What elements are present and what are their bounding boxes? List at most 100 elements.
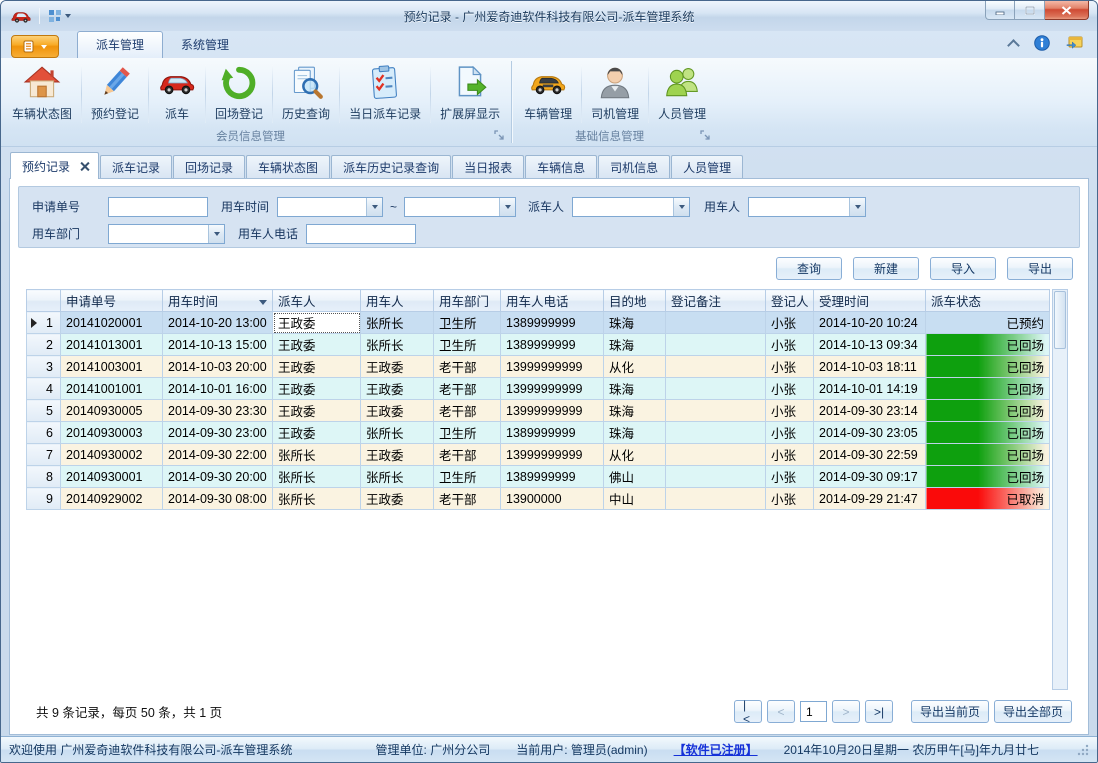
- cell-registrar[interactable]: 小张: [766, 378, 814, 400]
- cell-request-no[interactable]: 20140930003: [61, 422, 163, 444]
- today-dispatch-records-button[interactable]: 当日派车记录: [340, 60, 430, 128]
- return-register-button[interactable]: 回场登记: [206, 60, 272, 128]
- use-time-from-input[interactable]: [278, 198, 366, 216]
- cell-dispatch-status[interactable]: 已回场: [926, 334, 1050, 356]
- cell-request-no[interactable]: 20141001001: [61, 378, 163, 400]
- cell-destination[interactable]: 珠海: [604, 312, 666, 334]
- cell-dispatch-status[interactable]: 已取消: [926, 488, 1050, 510]
- dispatch-button[interactable]: 派车: [149, 60, 205, 128]
- row-header-cell[interactable]: 8: [27, 466, 61, 488]
- first-page-button[interactable]: |<: [734, 700, 762, 723]
- cell-department[interactable]: 卫生所: [434, 422, 501, 444]
- cell-request-no[interactable]: 20140929002: [61, 488, 163, 510]
- cell-user[interactable]: 张所长: [361, 466, 434, 488]
- cell-request-no[interactable]: 20140930002: [61, 444, 163, 466]
- cell-phone[interactable]: 1389999999: [501, 334, 604, 356]
- cell-accept-time[interactable]: 2014-09-30 09:17: [814, 466, 926, 488]
- cell-phone[interactable]: 1389999999: [501, 422, 604, 444]
- row-header-cell[interactable]: 5: [27, 400, 61, 422]
- cell-user[interactable]: 王政委: [361, 488, 434, 510]
- cell-department[interactable]: 老干部: [434, 444, 501, 466]
- info-icon[interactable]: [1034, 35, 1050, 51]
- export-current-page-button[interactable]: 导出当前页: [911, 700, 989, 723]
- use-time-to-input[interactable]: [405, 198, 499, 216]
- dropdown-button[interactable]: [366, 198, 382, 216]
- personnel-management-button[interactable]: 人员管理: [649, 60, 715, 128]
- cell-user[interactable]: 张所长: [361, 422, 434, 444]
- col-header-department[interactable]: 用车部门: [434, 290, 501, 312]
- dropdown-button[interactable]: [208, 225, 224, 243]
- cell-dispatcher[interactable]: 王政委: [273, 422, 361, 444]
- tab-dispatch-history-query[interactable]: 派车历史记录查询: [331, 155, 451, 178]
- cell-phone[interactable]: 13999999999: [501, 444, 604, 466]
- cell-phone[interactable]: 1389999999: [501, 312, 604, 334]
- cell-accept-time[interactable]: 2014-10-20 10:24: [814, 312, 926, 334]
- cell-user[interactable]: 王政委: [361, 444, 434, 466]
- cell-phone[interactable]: 1389999999: [501, 466, 604, 488]
- scrollbar-thumb[interactable]: [1054, 291, 1066, 349]
- table-row[interactable]: 7201409300022014-09-30 22:00张所长王政委老干部139…: [27, 444, 1050, 466]
- cell-registrar[interactable]: 小张: [766, 488, 814, 510]
- col-header-request-no[interactable]: 申请单号: [61, 290, 163, 312]
- cell-registrar[interactable]: 小张: [766, 400, 814, 422]
- cell-request-no[interactable]: 20140930001: [61, 466, 163, 488]
- cell-dispatcher[interactable]: 张所长: [273, 444, 361, 466]
- tab-personnel-management[interactable]: 人员管理: [671, 155, 743, 178]
- cell-use-time[interactable]: 2014-09-30 08:00: [163, 488, 273, 510]
- cell-request-no[interactable]: 20141003001: [61, 356, 163, 378]
- cell-dispatch-status[interactable]: 已预约: [926, 312, 1050, 334]
- cell-use-time[interactable]: 2014-09-30 23:30: [163, 400, 273, 422]
- cell-remark[interactable]: [666, 312, 766, 334]
- license-registered-link[interactable]: 【软件已注册】: [674, 741, 758, 758]
- search-button[interactable]: 查询: [776, 257, 842, 280]
- cell-destination[interactable]: 珠海: [604, 334, 666, 356]
- export-all-pages-button[interactable]: 导出全部页: [994, 700, 1072, 723]
- row-header-cell[interactable]: 6: [27, 422, 61, 444]
- cell-accept-time[interactable]: 2014-10-13 09:34: [814, 334, 926, 356]
- col-header-use-time[interactable]: 用车时间: [163, 290, 273, 312]
- dispatcher-input[interactable]: [573, 198, 673, 216]
- driver-management-button[interactable]: 司机管理: [582, 60, 648, 128]
- cell-accept-time[interactable]: 2014-10-03 18:11: [814, 356, 926, 378]
- col-header-destination[interactable]: 目的地: [604, 290, 666, 312]
- cell-dispatch-status[interactable]: 已回场: [926, 356, 1050, 378]
- cell-remark[interactable]: [666, 444, 766, 466]
- maximize-button[interactable]: [1015, 1, 1045, 20]
- tab-return-records[interactable]: 回场记录: [173, 155, 245, 178]
- cell-department[interactable]: 卫生所: [434, 466, 501, 488]
- cell-user[interactable]: 张所长: [361, 312, 434, 334]
- cell-department[interactable]: 老干部: [434, 400, 501, 422]
- cell-department[interactable]: 卫生所: [434, 334, 501, 356]
- cell-department[interactable]: 老干部: [434, 356, 501, 378]
- cell-remark[interactable]: [666, 334, 766, 356]
- cell-department[interactable]: 老干部: [434, 378, 501, 400]
- table-row[interactable]: 1201410200012014-10-20 13:00王政委张所长卫生所138…: [27, 312, 1050, 334]
- cell-phone[interactable]: 13999999999: [501, 400, 604, 422]
- cell-accept-time[interactable]: 2014-09-30 23:05: [814, 422, 926, 444]
- tab-dispatch-records[interactable]: 派车记录: [100, 155, 172, 178]
- cell-accept-time[interactable]: 2014-09-30 23:14: [814, 400, 926, 422]
- row-header-cell[interactable]: 7: [27, 444, 61, 466]
- table-row[interactable]: 6201409300032014-09-30 23:00王政委张所长卫生所138…: [27, 422, 1050, 444]
- application-menu-button[interactable]: [11, 35, 59, 58]
- cell-dispatcher[interactable]: 王政委: [273, 356, 361, 378]
- cell-dispatch-status[interactable]: 已回场: [926, 422, 1050, 444]
- dialog-launcher-icon[interactable]: [494, 130, 505, 141]
- cell-dispatcher[interactable]: 王政委: [273, 312, 361, 334]
- col-header-dispatcher[interactable]: 派车人: [273, 290, 361, 312]
- cell-dispatcher[interactable]: 王政委: [273, 334, 361, 356]
- table-row[interactable]: 9201409290022014-09-30 08:00张所长王政委老干部139…: [27, 488, 1050, 510]
- cell-dispatch-status[interactable]: 已回场: [926, 466, 1050, 488]
- col-header-user[interactable]: 用车人: [361, 290, 434, 312]
- col-header-remark[interactable]: 登记备注: [666, 290, 766, 312]
- export-button[interactable]: 导出: [1007, 257, 1073, 280]
- cell-dispatch-status[interactable]: 已回场: [926, 400, 1050, 422]
- cell-use-time[interactable]: 2014-09-30 23:00: [163, 422, 273, 444]
- dropdown-button[interactable]: [673, 198, 689, 216]
- cell-use-time[interactable]: 2014-10-13 15:00: [163, 334, 273, 356]
- user-input[interactable]: [749, 198, 849, 216]
- cell-destination[interactable]: 珠海: [604, 422, 666, 444]
- cell-dispatch-status[interactable]: 已回场: [926, 444, 1050, 466]
- close-button[interactable]: [1045, 1, 1089, 20]
- cell-remark[interactable]: [666, 356, 766, 378]
